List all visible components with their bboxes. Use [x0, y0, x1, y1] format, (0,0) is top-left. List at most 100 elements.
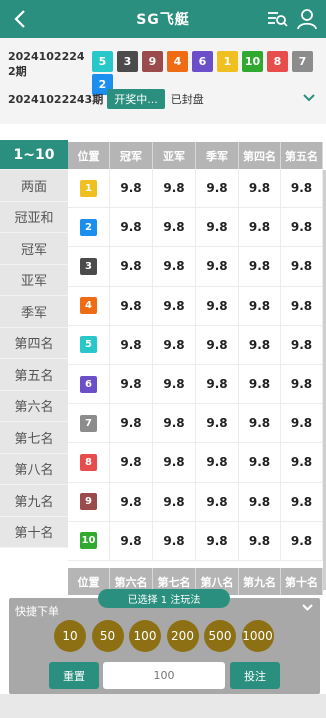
odds-cell[interactable]: 9.8 — [196, 521, 239, 560]
odds-cell[interactable]: 9.8 — [153, 286, 196, 325]
odds-cell[interactable]: 9.8 — [153, 482, 196, 521]
user-icon[interactable] — [296, 7, 318, 31]
odds-cell[interactable]: 9.8 — [110, 482, 153, 521]
result-ball: 10 — [242, 51, 263, 72]
odds-cell[interactable]: 9.8 — [196, 247, 239, 286]
result-ball: 3 — [117, 51, 138, 72]
odds-cell[interactable]: 9.8 — [281, 443, 323, 482]
odds-cell[interactable]: 9.8 — [281, 364, 323, 404]
odds-cell[interactable]: 9.8 — [196, 364, 239, 404]
position-cell: 7 — [68, 404, 110, 443]
odds-cell[interactable]: 9.8 — [239, 404, 281, 443]
category-item[interactable]: 第八名 — [0, 453, 68, 485]
category-item[interactable]: 亚军 — [0, 264, 68, 296]
odds-cell[interactable]: 9.8 — [196, 286, 239, 325]
back-arrow-icon[interactable] — [10, 7, 32, 31]
amount-chip[interactable]: 200 — [166, 620, 199, 652]
next-draw-row: 20241022243期 开奖中... 已封盘 — [8, 88, 326, 110]
odds-cell[interactable]: 9.8 — [281, 169, 323, 208]
category-item[interactable]: 1~10 — [0, 140, 68, 170]
odds-cell[interactable]: 9.8 — [110, 404, 153, 443]
submit-bet-button[interactable]: 投注 — [230, 662, 280, 689]
position-cell: 8 — [68, 443, 110, 482]
odds-cell[interactable]: 9.8 — [153, 364, 196, 404]
odds-cell[interactable]: 9.8 — [281, 404, 323, 443]
last-draw-period: 20241022242期 — [8, 50, 85, 78]
amount-chip[interactable]: 100 — [129, 620, 161, 652]
table-row: 5 9.8 9.8 9.8 9.8 9.8 — [68, 325, 323, 365]
odds-cell[interactable]: 9.8 — [196, 169, 239, 208]
odds-cell[interactable]: 9.8 — [110, 325, 153, 364]
amount-chip[interactable]: 50 — [91, 620, 124, 652]
odds-table-body: 1 9.8 9.8 9.8 9.8 9.8 2 9.8 9.8 9.8 9.8 9.8 3 9.8 9.8 9… — [68, 169, 323, 561]
reset-button[interactable]: 重置 — [49, 662, 99, 689]
odds-cell[interactable]: 9.8 — [153, 169, 196, 208]
bet-record-icon[interactable] — [266, 9, 288, 29]
odds-cell[interactable]: 9.8 — [239, 208, 281, 247]
category-item[interactable]: 第五名 — [0, 359, 68, 391]
odds-cell[interactable]: 9.8 — [153, 247, 196, 286]
odds-cell[interactable]: 9.8 — [153, 325, 196, 364]
bet-amount-input[interactable] — [103, 662, 225, 689]
category-item[interactable]: 冠军 — [0, 233, 68, 265]
column-header: 亚军 — [153, 142, 196, 169]
category-item[interactable]: 第十名 — [0, 516, 68, 548]
result-ball: 6 — [192, 51, 213, 72]
odds-cell[interactable]: 9.8 — [281, 325, 323, 364]
odds-cell[interactable]: 9.8 — [110, 247, 153, 286]
table-row: 6 9.8 9.8 9.8 9.8 9.8 — [68, 364, 323, 405]
odds-cell[interactable]: 9.8 — [153, 443, 196, 482]
odds-cell[interactable]: 9.8 — [239, 325, 281, 364]
column-header: 第四名 — [239, 142, 281, 169]
position-cell: 1 — [68, 169, 110, 208]
odds-cell[interactable]: 9.8 — [110, 286, 153, 325]
category-item[interactable]: 季军 — [0, 296, 68, 328]
chevron-down-icon[interactable] — [301, 601, 314, 614]
odds-cell[interactable]: 9.8 — [239, 443, 281, 482]
odds-cell[interactable]: 9.8 — [196, 482, 239, 521]
odds-cell[interactable]: 9.8 — [153, 404, 196, 443]
category-item[interactable]: 第六名 — [0, 390, 68, 422]
odds-cell[interactable]: 9.8 — [110, 364, 153, 404]
amount-chip[interactable]: 10 — [54, 620, 86, 652]
chevron-down-icon[interactable] — [302, 91, 316, 105]
odds-cell[interactable]: 9.8 — [281, 286, 323, 325]
category-item[interactable]: 第九名 — [0, 485, 68, 517]
amount-chip[interactable]: 1000 — [241, 620, 274, 652]
odds-cell[interactable]: 9.8 — [110, 443, 153, 482]
odds-cell[interactable]: 9.8 — [281, 521, 323, 560]
position-cell: 9 — [68, 482, 110, 521]
odds-cell[interactable]: 9.8 — [239, 364, 281, 404]
odds-cell[interactable]: 9.8 — [110, 521, 153, 560]
odds-cell[interactable]: 9.8 — [153, 521, 196, 560]
odds-cell[interactable]: 9.8 — [239, 521, 281, 560]
odds-cell[interactable]: 9.8 — [196, 325, 239, 364]
odds-cell[interactable]: 9.8 — [281, 208, 323, 247]
category-item[interactable]: 冠亚和 — [0, 201, 68, 233]
odds-cell[interactable]: 9.8 — [239, 482, 281, 521]
position-ball: 1 — [80, 179, 97, 197]
odds-cell[interactable]: 9.8 — [239, 286, 281, 325]
category-item[interactable]: 两面 — [0, 170, 68, 202]
category-item[interactable]: 第七名 — [0, 422, 68, 454]
odds-cell[interactable]: 9.8 — [153, 208, 196, 247]
odds-cell[interactable]: 9.8 — [239, 247, 281, 286]
odds-cell[interactable]: 9.8 — [196, 208, 239, 247]
category-item[interactable]: 第四名 — [0, 327, 68, 359]
page-title: SG飞艇 — [136, 12, 190, 28]
bottom-edge — [0, 694, 326, 718]
table-row: 4 9.8 9.8 9.8 9.8 9.8 — [68, 286, 323, 326]
odds-cell[interactable]: 9.8 — [110, 169, 153, 208]
odds-cell[interactable]: 9.8 — [110, 208, 153, 247]
category-sidebar: 1~10 两面 冠亚和 冠军 亚军 季军 第四名 第五名 第六名 第七名 第八名 第九名 第十名 — [0, 140, 68, 548]
odds-cell[interactable]: 9.8 — [281, 482, 323, 521]
odds-table-header: 位置 冠军 亚军 季军 第四名 第五名 — [68, 142, 323, 169]
odds-cell[interactable]: 9.8 — [196, 443, 239, 482]
table-row: 7 9.8 9.8 9.8 9.8 9.8 — [68, 404, 323, 444]
odds-cell[interactable]: 9.8 — [196, 404, 239, 443]
draw-info-panel: 20241022242期 5 3 9 4 6 1 10 8 7 2 20241022243期 开奖… — [0, 38, 326, 124]
odds-cell[interactable]: 9.8 — [281, 247, 323, 286]
amount-chip[interactable]: 500 — [204, 620, 236, 652]
closed-status: 已封盘 — [170, 93, 204, 106]
odds-cell[interactable]: 9.8 — [239, 169, 281, 208]
